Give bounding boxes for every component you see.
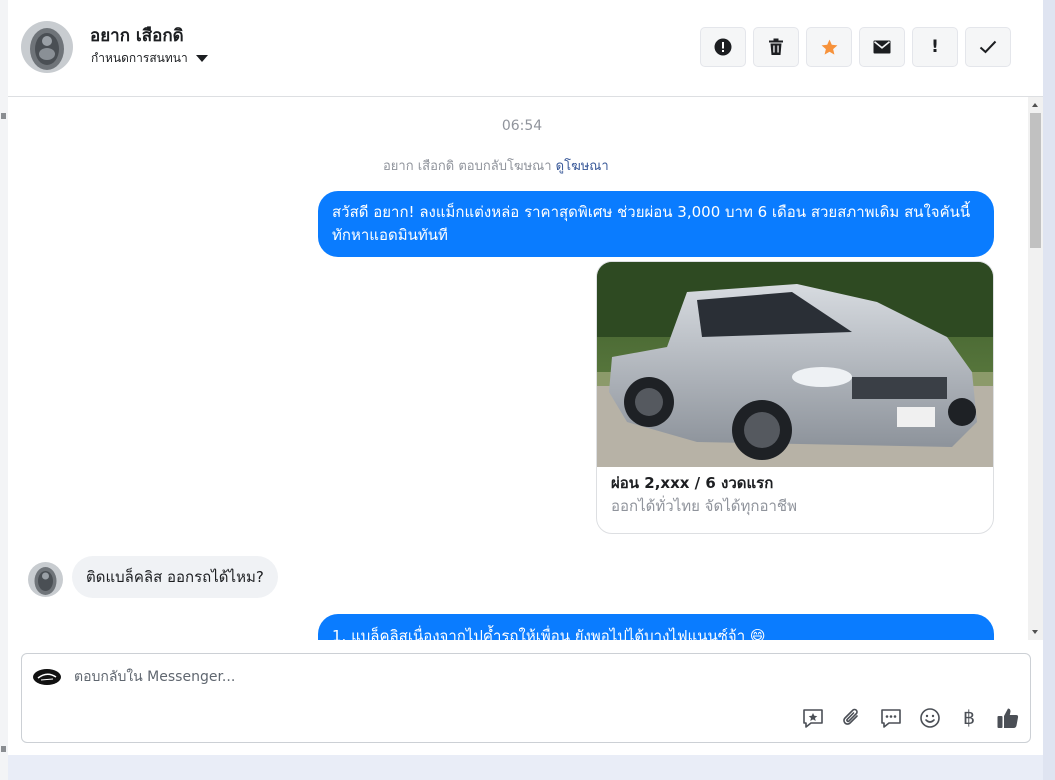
ad-car-image — [597, 262, 993, 467]
exclamation-icon: ! — [931, 37, 939, 57]
message-timestamp: 06:54 — [501, 118, 543, 134]
delete-button[interactable] — [753, 27, 799, 67]
thumbs-up-icon — [997, 708, 1019, 728]
saved-reply-button[interactable] — [801, 706, 825, 730]
conversation-header: อยาก เสือกดิ กำหนดการสนทนา ! — [8, 0, 1043, 97]
view-ad-link[interactable]: ดูโฆษณา — [556, 159, 609, 174]
scroll-thumb[interactable] — [1030, 113, 1041, 248]
trash-icon — [769, 38, 783, 55]
caret-down-icon — [195, 55, 208, 62]
envelope-icon — [873, 40, 891, 54]
star-icon — [821, 39, 837, 55]
left-window-edge — [0, 0, 8, 780]
saved-reply-icon — [803, 709, 823, 728]
paperclip-icon — [843, 708, 858, 725]
contact-message-avatar — [28, 562, 63, 597]
ad-reply-text: อยาก เสือกดิ ตอบกลับโฆษณา — [383, 159, 552, 174]
conversation-toolbar: ! — [700, 27, 1011, 67]
contact-avatar[interactable] — [21, 21, 73, 73]
emoji-button[interactable] — [918, 706, 942, 730]
scroll-up-arrow[interactable] — [1032, 103, 1038, 107]
star-button[interactable] — [806, 27, 852, 67]
follow-up-button[interactable]: ! — [912, 27, 958, 67]
payment-button[interactable]: ฿ — [957, 706, 981, 730]
attach-button[interactable] — [840, 706, 864, 730]
ad-reply-notice: อยาก เสือกดิ ตอบกลับโฆษณา ดูโฆษณา — [383, 155, 609, 176]
scroll-down-arrow[interactable] — [1032, 630, 1038, 634]
message-thread[interactable]: 06:54 อยาก เสือกดิ ตอบกลับโฆษณา ดูโฆษณา … — [8, 97, 1028, 640]
mark-done-button[interactable] — [965, 27, 1011, 67]
baht-icon: ฿ — [962, 707, 976, 729]
ad-card-title: ผ่อน 2,xxx / 6 งวดแรก — [611, 474, 774, 492]
page-avatar-icon — [32, 668, 62, 686]
smiley-icon — [920, 708, 940, 728]
ad-card-subtitle: ออกได้ทั่วไทย จัดได้ทุกอาชีพ — [611, 497, 797, 515]
thread-scrollbar[interactable] — [1028, 97, 1043, 640]
contact-name[interactable]: อยาก เสือกดิ — [90, 22, 184, 49]
outgoing-message: สวัสดี อยาก! ลงแม็กแต่งหล่อ ราคาสุดพิเศษ… — [318, 191, 994, 257]
ad-card[interactable]: ผ่อน 2,xxx / 6 งวดแรก ออกได้ทั่วไทย จัดไ… — [596, 261, 994, 534]
right-window-edge — [1043, 0, 1055, 780]
assign-conversation-dropdown[interactable]: กำหนดการสนทนา — [91, 49, 208, 68]
assign-label: กำหนดการสนทนา — [91, 51, 188, 65]
conversation-panel: อยาก เสือกดิ กำหนดการสนทนา ! 06:54 อยาก … — [8, 0, 1043, 755]
incoming-message: ติดแบล็คลิส ออกรถได้ไหม? — [72, 556, 278, 598]
like-button[interactable] — [996, 706, 1020, 730]
outgoing-message-2: 1. แบล็คลิสเนื่องจากไปค้ำรถให้เพื่อน ยัง… — [318, 614, 994, 640]
report-spam-button[interactable] — [700, 27, 746, 67]
reply-input[interactable] — [74, 665, 974, 689]
composer-toolbar: ฿ — [801, 706, 1020, 730]
chat-bubble-icon — [881, 709, 901, 728]
mark-unread-button[interactable] — [859, 27, 905, 67]
checkmark-icon — [979, 40, 997, 54]
quick-reply-button[interactable] — [879, 706, 903, 730]
alert-circle-icon — [714, 38, 732, 56]
reply-composer: ฿ — [21, 653, 1031, 743]
